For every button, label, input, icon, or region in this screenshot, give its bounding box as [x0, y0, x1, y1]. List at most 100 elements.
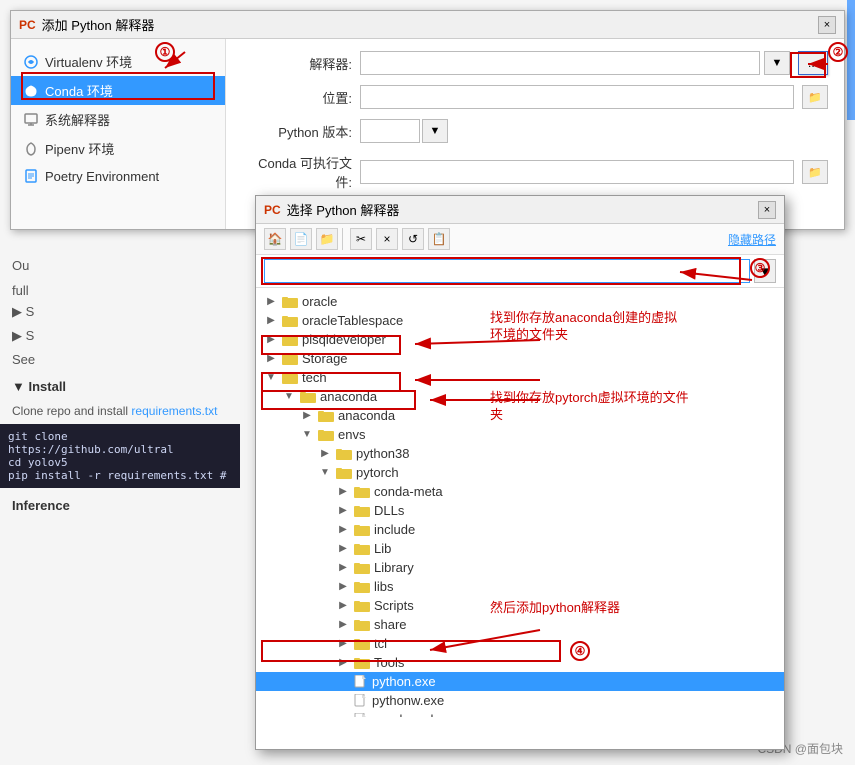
bg-install: ▼ Install — [0, 371, 240, 402]
toolbar-newfolder-btn[interactable]: 📁 — [316, 228, 338, 250]
system-icon — [23, 112, 39, 128]
tree-item-venvlauncher[interactable]: venvlauncher.exe — [256, 710, 784, 717]
expand-envs: ▼ — [300, 428, 314, 442]
tree-item-lib[interactable]: ▶ Lib — [256, 539, 784, 558]
tree-item-python38[interactable]: ▶ python38 — [256, 444, 784, 463]
toolbar-refresh-btn[interactable]: ↺ — [402, 228, 424, 250]
tree-item-pytorch[interactable]: ▼ pytorch — [256, 463, 784, 482]
pipenv-icon — [23, 141, 39, 157]
left-panel: Virtualenv 环境 Conda 环境 系统解释器 Pipenv 环境 — [11, 39, 226, 229]
tree-label-pythonw-exe: pythonw.exe — [372, 693, 444, 708]
expand-lib: ▶ — [336, 542, 350, 556]
folder-icon-oracletablespace — [282, 314, 298, 327]
left-panel-item-virtualenv[interactable]: Virtualenv 环境 — [11, 47, 225, 76]
folder-icon-share — [354, 618, 370, 631]
folder-icon-tools — [354, 656, 370, 669]
main-dialog-title: 添加 Python 解释器 — [42, 15, 155, 34]
poetry-label: Poetry Environment — [45, 169, 159, 184]
expand-libs: ▶ — [336, 580, 350, 594]
toolbar-cut-btn[interactable]: ✂ — [350, 228, 372, 250]
code-line-3: pip install -r requirements.txt # — [8, 469, 232, 482]
tree-item-libs[interactable]: ▶ libs — [256, 577, 784, 596]
folder-icon-include — [354, 523, 370, 536]
tree-label-envs: envs — [338, 427, 365, 442]
expand-share: ▶ — [336, 618, 350, 632]
file-icon-pythonw-exe — [354, 694, 368, 708]
tree-item-plsql[interactable]: ▶ plsqldeveloper — [256, 330, 784, 349]
expand-tcl: ▶ — [336, 637, 350, 651]
tree-item-storage[interactable]: ▶ Storage — [256, 349, 784, 368]
tree-item-tech[interactable]: ▼ tech — [256, 368, 784, 387]
path-input[interactable]: Z:\tech\anaconda\envs\pytorch\python.exe — [264, 259, 750, 283]
interpreter-label: 解释器: — [242, 54, 352, 73]
expand-venvlauncher — [336, 713, 350, 718]
left-panel-item-conda[interactable]: Conda 环境 — [11, 76, 225, 105]
python-version-dropdown-btn[interactable]: ▼ — [422, 119, 448, 143]
location-label: 位置: — [242, 88, 352, 107]
location-input[interactable]: Z:\tech\anaconda\anaconda\envs\yolov5-7.… — [360, 85, 794, 109]
expand-include: ▶ — [336, 523, 350, 537]
interpreter-dots-btn[interactable]: ... — [798, 51, 828, 75]
tree-item-python-exe[interactable]: python.exe — [256, 672, 784, 691]
tree-label-plsql: plsqldeveloper — [302, 332, 386, 347]
file-tree: ▶ oracle ▶ oracleTablespace ▶ plsqldevel… — [256, 288, 784, 717]
folder-icon-anaconda-l1 — [300, 390, 316, 403]
tree-item-tools[interactable]: ▶ Tools — [256, 653, 784, 672]
tree-item-pythonw-exe[interactable]: pythonw.exe — [256, 691, 784, 710]
toolbar-paste-btn[interactable]: 📋 — [428, 228, 450, 250]
toolbar-home-btn[interactable]: 🏠 — [264, 228, 286, 250]
interpreter-row: 解释器: <New Virtualenv> ▼ ... — [242, 51, 828, 75]
left-panel-item-pipenv[interactable]: Pipenv 环境 — [11, 134, 225, 163]
bg-s2: ▶ S — [0, 324, 240, 348]
poetry-icon — [23, 168, 39, 184]
folder-icon-envs — [318, 428, 334, 441]
folder-icon-oracle — [282, 295, 298, 308]
file-icon-python-exe — [354, 675, 368, 689]
python-version-input[interactable]: 3.10 — [360, 119, 420, 143]
tree-item-oracle[interactable]: ▶ oracle — [256, 292, 784, 311]
interpreter-dropdown-btn[interactable]: ▼ — [764, 51, 790, 75]
tree-item-envs[interactable]: ▼ envs — [256, 425, 784, 444]
toolbar-delete-btn[interactable]: × — [376, 228, 398, 250]
folder-icon-storage — [282, 352, 298, 365]
tree-label-pytorch: pytorch — [356, 465, 399, 480]
code-line-1: git clone https://github.com/ultral — [8, 430, 232, 456]
tree-item-oracletablespace[interactable]: ▶ oracleTablespace — [256, 311, 784, 330]
tree-item-share[interactable]: ▶ share — [256, 615, 784, 634]
folder-icon-plsql — [282, 333, 298, 346]
expand-anaconda-l1: ▼ — [282, 390, 296, 404]
folder-icon-tcl — [354, 637, 370, 650]
left-panel-item-system[interactable]: 系统解释器 — [11, 105, 225, 134]
folder-icon-libs — [354, 580, 370, 593]
conda-exec-input[interactable]: Z:\tech\anaconda\anaconda\Scripts\conda.… — [360, 160, 794, 184]
path-bar: Z:\tech\anaconda\envs\pytorch\python.exe… — [256, 255, 784, 288]
path-dropdown-btn[interactable]: ▼ — [754, 259, 776, 283]
system-label: 系统解释器 — [45, 110, 110, 129]
requirements-link[interactable]: requirements.txt — [131, 404, 217, 418]
tree-item-anaconda-l2[interactable]: ▶ anaconda — [256, 406, 784, 425]
conda-exec-browse-btn[interactable]: 📁 — [802, 160, 828, 184]
file-dialog-close-btn[interactable]: × — [758, 201, 776, 219]
tree-item-tcl[interactable]: ▶ tcl — [256, 634, 784, 653]
left-panel-item-poetry[interactable]: Poetry Environment — [11, 163, 225, 189]
expand-pythonw-exe — [336, 694, 350, 708]
interpreter-input[interactable]: <New Virtualenv> — [360, 51, 760, 75]
tree-item-anaconda-l1[interactable]: ▼ anaconda — [256, 387, 784, 406]
toolbar-separator — [342, 228, 346, 250]
expand-plsql: ▶ — [264, 333, 278, 347]
tree-item-library[interactable]: ▶ Library — [256, 558, 784, 577]
location-browse-btn[interactable]: 📁 — [802, 85, 828, 109]
file-dialog-title-area: PC 选择 Python 解释器 — [264, 200, 399, 219]
tree-item-dlls[interactable]: ▶ DLLs — [256, 501, 784, 520]
tree-label-libs: libs — [374, 579, 394, 594]
tree-label-oracletablespace: oracleTablespace — [302, 313, 403, 328]
expand-library: ▶ — [336, 561, 350, 575]
tree-label-venvlauncher: venvlauncher.exe — [372, 712, 473, 717]
tree-item-include[interactable]: ▶ include — [256, 520, 784, 539]
main-dialog-close-btn[interactable]: × — [818, 16, 836, 34]
tree-item-conda-meta[interactable]: ▶ conda-meta — [256, 482, 784, 501]
folder-icon-scripts — [354, 599, 370, 612]
tree-item-scripts[interactable]: ▶ Scripts — [256, 596, 784, 615]
hide-path-btn[interactable]: 隐藏路径 — [728, 231, 776, 248]
toolbar-doc-btn[interactable]: 📄 — [290, 228, 312, 250]
